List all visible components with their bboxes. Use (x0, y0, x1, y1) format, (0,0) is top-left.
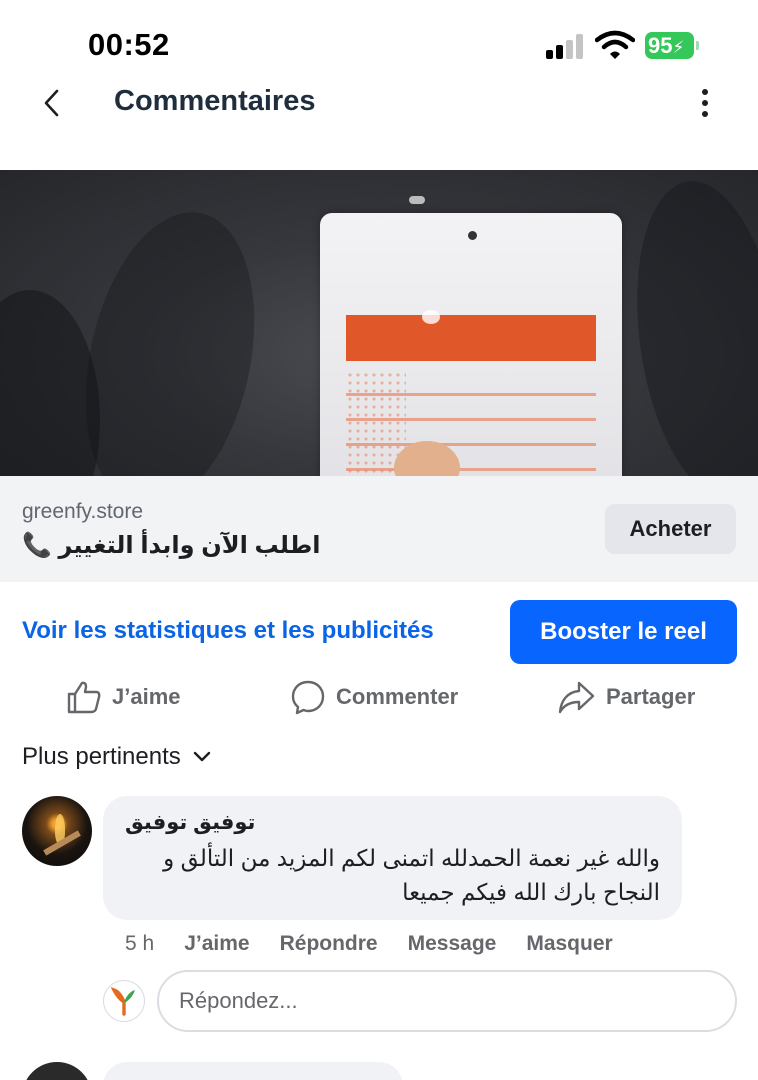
sort-comments-dropdown[interactable]: Plus pertinents (22, 740, 211, 774)
comment-action-button[interactable]: Commenter (290, 676, 458, 718)
sort-label: Plus pertinents (22, 743, 181, 770)
more-options-button[interactable] (690, 83, 720, 123)
header: Commentaires (0, 75, 758, 130)
next-comment-bubble (103, 1062, 403, 1080)
like-action-button[interactable]: J’aime (66, 676, 181, 718)
battery-icon: 95⚡ (645, 32, 699, 59)
buy-button[interactable]: Acheter (605, 504, 736, 554)
page-avatar (103, 980, 145, 1022)
wifi-icon (594, 30, 636, 60)
ad-headline: اطلب الآن وابدأ التغيير 📞 (22, 532, 321, 559)
view-stats-link[interactable]: Voir les statistiques et les publicités (22, 617, 434, 645)
status-bar: 00:52 95⚡ (0, 0, 758, 80)
ad-link-bar[interactable]: greenfy.store اطلب الآن وابدأ التغيير 📞 … (0, 476, 758, 582)
share-label: Partager (606, 684, 696, 709)
comment-label: Commenter (336, 684, 459, 709)
greenfy-logo-icon (110, 987, 135, 1016)
battery-level: 95 (648, 33, 673, 58)
comment-hide-button[interactable]: Masquer (526, 932, 612, 956)
share-action-button[interactable]: Partager (558, 676, 695, 718)
chevron-down-icon (193, 751, 210, 762)
comment-bubble: توفيق توفيق والله غير نعمة الحمدلله اتمن… (103, 796, 682, 920)
boost-reel-button[interactable]: Booster le reel (510, 600, 737, 664)
comment-author-avatar[interactable] (22, 796, 92, 866)
comment-actions: 5 h J’aime Répondre Message Masquer (125, 928, 643, 960)
comment-like-button[interactable]: J’aime (184, 932, 249, 956)
page-title: Commentaires (114, 85, 316, 117)
next-comment-avatar[interactable] (22, 1062, 92, 1080)
comment-text: والله غير نعمة الحمدلله اتمنى لكم المزيد… (163, 845, 660, 905)
comment-reply-button[interactable]: Répondre (280, 932, 378, 956)
comment-time: 5 h (125, 932, 155, 955)
share-arrow-icon (558, 681, 595, 714)
reply-input[interactable] (157, 970, 737, 1032)
back-button[interactable] (32, 83, 72, 123)
more-vertical-icon (702, 89, 708, 95)
comment-bubble-icon (291, 680, 325, 715)
comment-author-name[interactable]: توفيق توفيق (125, 810, 255, 835)
charging-bolt-icon: ⚡ (672, 38, 685, 57)
ad-domain: greenfy.store (22, 500, 144, 523)
like-label: J’aime (112, 684, 181, 709)
thumbs-up-icon (67, 681, 101, 714)
chevron-left-icon (44, 89, 59, 117)
product-pouch-image (320, 213, 622, 476)
cellular-signal-icon (546, 33, 586, 59)
reel-video-thumbnail[interactable] (0, 170, 758, 476)
status-time: 00:52 (88, 27, 170, 62)
comment-message-button[interactable]: Message (408, 932, 497, 956)
